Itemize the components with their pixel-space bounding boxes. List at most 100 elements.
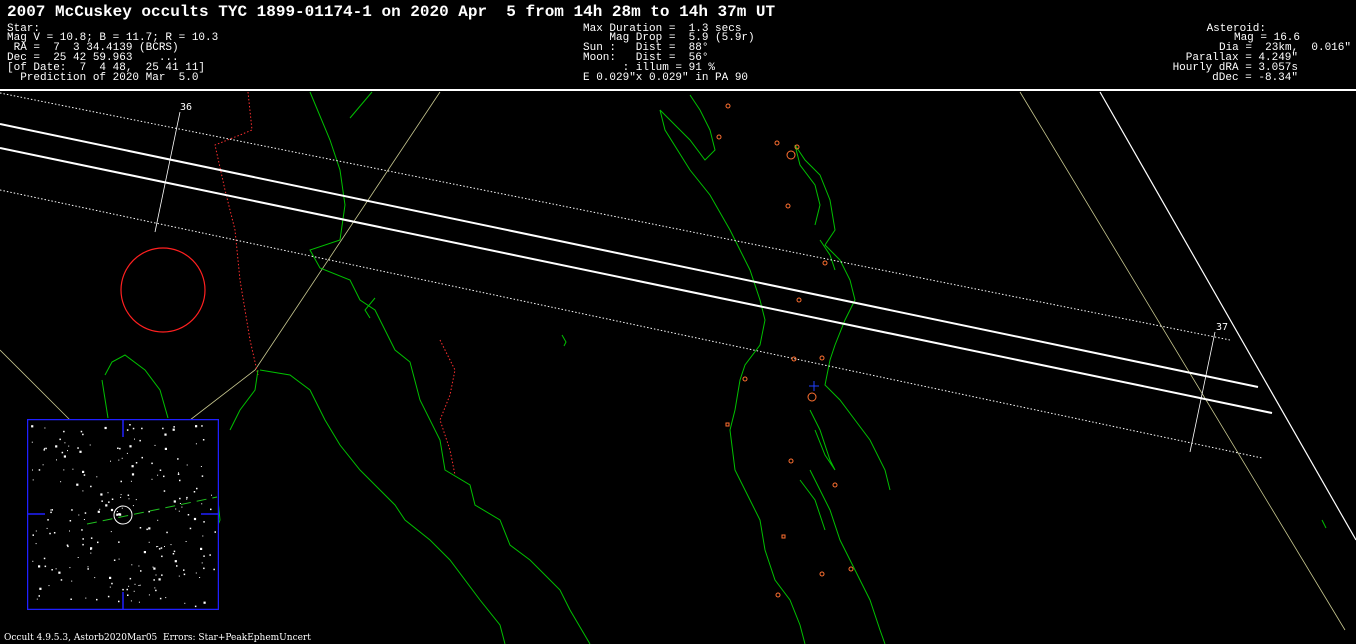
finder-star — [107, 595, 110, 598]
finder-star — [141, 427, 143, 430]
finder-star — [108, 501, 110, 503]
finder-star — [186, 496, 188, 499]
finder-star — [178, 575, 180, 577]
finder-star — [153, 567, 156, 570]
site-marker — [848, 566, 854, 572]
finder-star — [44, 427, 46, 429]
finder-star — [43, 447, 45, 449]
finder-star — [131, 564, 133, 566]
border-line — [214, 91, 259, 376]
finder-star — [105, 504, 108, 507]
finder-star — [203, 555, 205, 557]
finder-star — [87, 566, 89, 568]
finder-star — [118, 600, 120, 603]
finder-star — [101, 500, 103, 502]
finder-star — [160, 547, 163, 549]
finder-star — [146, 528, 148, 531]
coastlines — [101, 91, 1327, 644]
finder-star — [128, 498, 130, 500]
finder-star — [213, 568, 215, 571]
finder-star — [63, 455, 66, 458]
finder-star — [50, 509, 52, 511]
finder-star — [203, 567, 205, 570]
finder-star — [66, 544, 69, 546]
finder-star — [111, 582, 113, 585]
finder-star — [133, 590, 135, 592]
finder-star — [154, 444, 156, 446]
finder-star — [159, 469, 162, 471]
finder-star — [131, 465, 134, 468]
finder-star — [90, 547, 93, 550]
observer-sites — [716, 103, 854, 598]
finder-star — [32, 560, 34, 562]
time-tick-36 — [154, 111, 181, 233]
finder-star — [51, 509, 53, 511]
finder-star — [55, 445, 58, 448]
finder-star — [89, 444, 91, 446]
finder-star — [116, 511, 118, 512]
finder-star — [176, 565, 178, 567]
site-marker — [822, 260, 828, 266]
site-marker — [781, 534, 786, 539]
finder-star — [129, 577, 132, 580]
finder-star — [59, 438, 61, 441]
finder-star — [195, 425, 198, 428]
finder-star — [209, 554, 211, 556]
finder-star — [134, 438, 135, 440]
finder-star — [148, 510, 150, 513]
finder-star — [110, 460, 111, 462]
finder-star — [200, 466, 202, 467]
finder-star — [122, 588, 124, 591]
finder-star — [31, 425, 34, 428]
graticule-line — [189, 369, 256, 421]
software-footer: Occult 4.9.5.3, Astorb2020Mar05 Errors: … — [4, 633, 311, 643]
finder-star — [201, 425, 203, 427]
site-marker — [819, 571, 825, 577]
finder-star — [69, 520, 72, 522]
finder-star — [138, 601, 140, 603]
site-marker — [774, 140, 780, 146]
finder-star — [193, 517, 197, 521]
path-south-limit — [0, 147, 1273, 414]
finder-star — [63, 469, 65, 471]
graticule-line — [254, 91, 441, 371]
finder-star — [154, 587, 156, 589]
finder-star — [200, 547, 203, 550]
finder-star — [110, 508, 114, 512]
finder-star — [185, 541, 187, 542]
finder-star — [43, 449, 45, 451]
finder-star — [43, 557, 46, 560]
path-north-limit — [0, 123, 1259, 388]
finder-star — [71, 509, 73, 511]
coastline — [799, 479, 826, 531]
coastline — [104, 354, 169, 419]
finder-star — [119, 447, 121, 450]
finder-star — [80, 430, 83, 433]
finder-star — [110, 531, 112, 533]
finder-star — [172, 428, 175, 431]
finder-star — [45, 447, 47, 450]
finder-star — [170, 544, 172, 546]
finder-star — [84, 512, 87, 514]
time-label-36: 36 — [180, 102, 192, 113]
finder-star — [181, 506, 183, 508]
finder-star — [64, 442, 66, 444]
finder-star — [99, 508, 101, 510]
finder-star — [85, 597, 87, 599]
finder-star — [159, 597, 162, 600]
path-north-error — [0, 92, 1231, 341]
finder-star — [129, 445, 132, 448]
finder-star — [163, 490, 166, 492]
finder-star — [184, 602, 186, 604]
finder-star — [128, 585, 130, 587]
finder-star — [127, 494, 130, 496]
finder-star — [163, 475, 165, 478]
finder-star — [47, 519, 49, 521]
finder-star — [49, 532, 51, 535]
finder-star — [138, 565, 140, 567]
finder-star — [60, 579, 63, 581]
finder-star — [139, 439, 141, 442]
finder-star — [162, 427, 164, 430]
coastline — [101, 379, 109, 419]
finder-star — [148, 594, 150, 596]
